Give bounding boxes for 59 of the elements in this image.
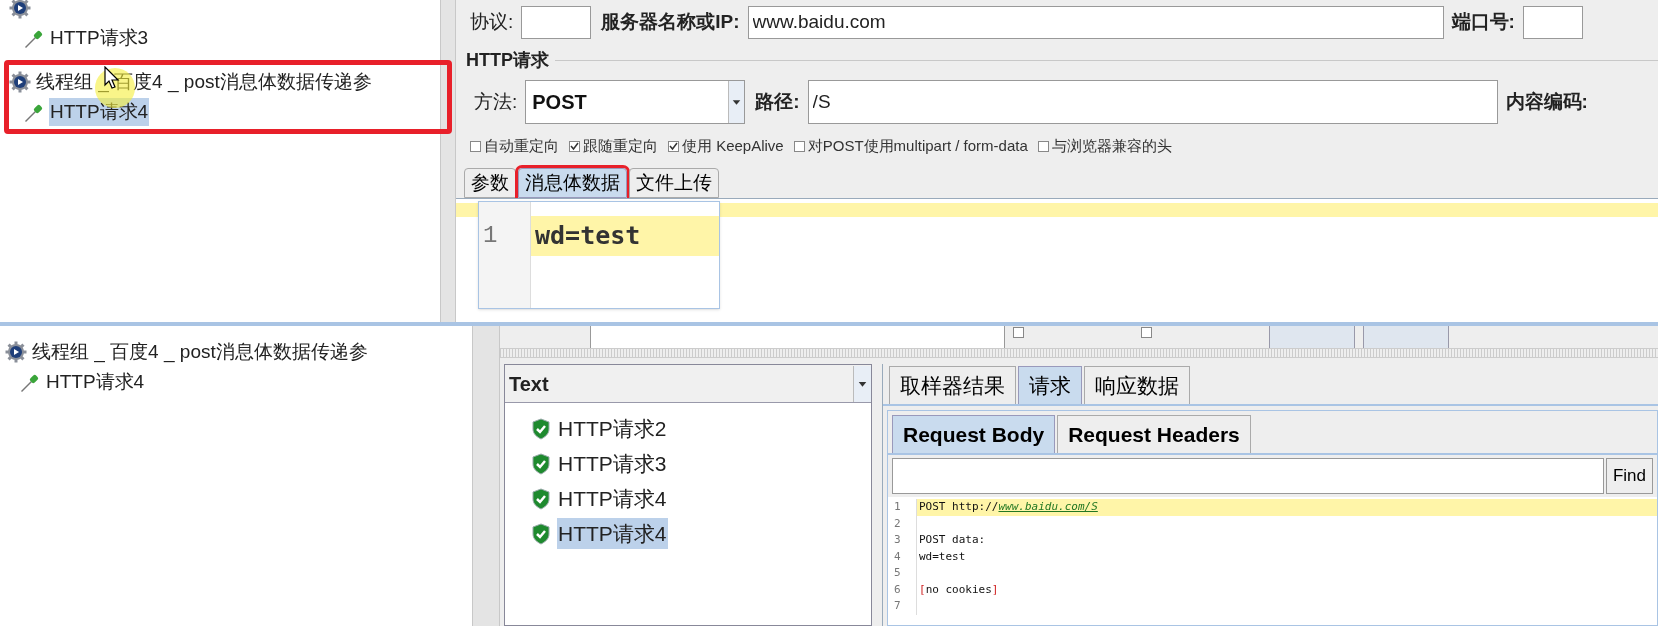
url-link[interactable]: www.baidu.com/S	[998, 500, 1098, 513]
checkbox[interactable]	[470, 140, 481, 152]
tab[interactable]: 文件上传	[629, 168, 719, 198]
tree-item[interactable]: HTTP请求4	[49, 97, 150, 127]
result-item[interactable]: HTTP请求4	[557, 482, 668, 515]
protocol-field[interactable]	[521, 5, 592, 39]
checkbox-label: 自动重定向	[484, 135, 559, 156]
shield-check-icon	[531, 417, 551, 440]
tree-item[interactable]: HTTP请求4	[45, 367, 146, 397]
shield-check-icon	[531, 452, 551, 475]
checkbox[interactable]	[569, 140, 580, 152]
checkbox-label: 对POST使用multipart / form-data	[807, 135, 1028, 156]
renderer-dropdown[interactable]: Text	[505, 365, 871, 403]
port-field[interactable]	[1522, 5, 1583, 39]
code-line: POST data:	[919, 532, 986, 548]
tree-item[interactable]: 线程组 _ 百度4 _ post消息体数据传递参	[31, 337, 369, 367]
result-item[interactable]: HTTP请求2	[557, 412, 668, 445]
checkbox[interactable]	[1013, 326, 1024, 338]
splitter[interactable]	[440, 0, 456, 322]
field-label: 服务器名称或IP:	[601, 9, 740, 34]
code-line: wd=test	[919, 548, 966, 565]
tab[interactable]: 参数	[464, 168, 516, 198]
shield-check-icon	[531, 522, 551, 545]
shield-check-icon	[531, 487, 551, 510]
group-title: HTTP请求	[466, 48, 549, 72]
gear-play-icon	[9, 71, 31, 93]
field-label: 方法:	[474, 89, 518, 114]
tab[interactable]: 请求	[1018, 366, 1082, 404]
checkbox[interactable]	[793, 140, 805, 152]
caret-icon	[853, 365, 871, 402]
field-label: 路径:	[755, 89, 800, 114]
checkbox-label: 与浏览器兼容的头	[1051, 135, 1172, 156]
tree-item[interactable]: 线程组 _ 百度4 _ post消息体数据传递参	[35, 67, 373, 97]
tab[interactable]: 消息体数据	[518, 168, 627, 198]
gear-play-icon	[5, 341, 27, 363]
tab[interactable]: Request Headers	[1057, 415, 1251, 453]
tab[interactable]: 取样器结果	[889, 366, 1016, 404]
code-line: POST http://www.baidu.com/S	[919, 499, 1098, 515]
result-item[interactable]: HTTP请求3	[557, 447, 668, 480]
server-field[interactable]: www.baidu.com	[747, 5, 1444, 39]
checkbox[interactable]	[1037, 140, 1049, 152]
tab[interactable]: 响应数据	[1084, 366, 1190, 404]
field-label: 内容编码:	[1505, 89, 1588, 114]
line-number: 1	[483, 221, 499, 251]
method-dropdown[interactable]: POST	[525, 80, 746, 124]
field-label: 端口号:	[1451, 9, 1515, 34]
path-field[interactable]: /S	[807, 80, 1498, 124]
checkbox-label: 跟随重定向	[583, 135, 658, 156]
code-line: [no cookies]	[919, 581, 999, 598]
checkbox-label: 使用 KeepAlive	[682, 135, 784, 156]
tree-item[interactable]: HTTP请求3	[49, 23, 150, 53]
result-item[interactable]: HTTP请求4	[557, 517, 668, 550]
find-field[interactable]	[892, 458, 1604, 494]
find-button[interactable]: Find	[1605, 458, 1653, 494]
checkbox[interactable]	[1141, 326, 1152, 338]
field-label: 协议:	[470, 9, 514, 34]
tab[interactable]: Request Body	[892, 415, 1056, 453]
checkbox[interactable]	[668, 140, 679, 152]
caret-icon	[728, 81, 745, 123]
